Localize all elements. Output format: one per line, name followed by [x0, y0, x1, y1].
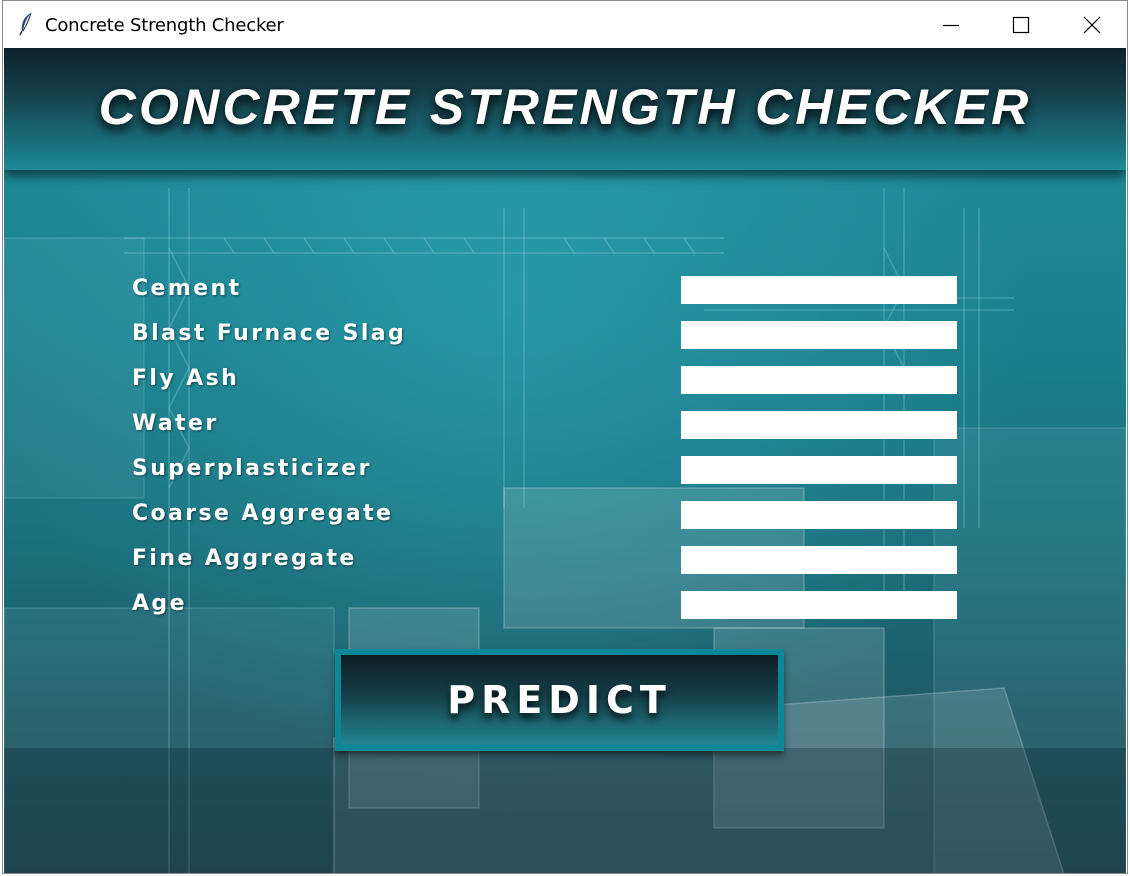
- predict-button-label: PREDICT: [447, 678, 672, 722]
- close-icon: [1083, 16, 1101, 33]
- maximize-icon: [1012, 16, 1030, 33]
- water-input[interactable]: [681, 411, 957, 439]
- blast-furnace-slag-label: Blast Furnace Slag: [132, 321, 407, 346]
- coarse-aggregate-label: Coarse Aggregate: [132, 501, 394, 526]
- fly-ash-input[interactable]: [681, 366, 957, 394]
- minimize-icon: [943, 24, 959, 26]
- age-input[interactable]: [681, 591, 957, 619]
- superplasticizer-input[interactable]: [681, 456, 957, 484]
- main-canvas: CONCRETE STRENGTH CHECKER Cement Blast F…: [4, 48, 1126, 873]
- close-button[interactable]: [1057, 1, 1127, 48]
- predict-button[interactable]: PREDICT: [335, 649, 784, 751]
- fly-ash-label: Fly Ash: [132, 366, 240, 391]
- title-bar[interactable]: Concrete Strength Checker: [3, 1, 1127, 48]
- cement-input[interactable]: [681, 276, 957, 304]
- water-label: Water: [132, 411, 219, 436]
- window-title: Concrete Strength Checker: [45, 15, 284, 36]
- maximize-button[interactable]: [986, 1, 1056, 48]
- blast-furnace-slag-input[interactable]: [681, 321, 957, 349]
- minimize-button[interactable]: [916, 1, 986, 48]
- coarse-aggregate-input[interactable]: [681, 501, 957, 529]
- superplasticizer-label: Superplasticizer: [132, 456, 372, 481]
- age-label: Age: [132, 591, 187, 616]
- fine-aggregate-label: Fine Aggregate: [132, 546, 357, 571]
- fine-aggregate-input[interactable]: [681, 546, 957, 574]
- predict-button-face: PREDICT: [341, 655, 778, 745]
- page-title: CONCRETE STRENGTH CHECKER: [98, 79, 1032, 135]
- cement-label: Cement: [132, 276, 242, 301]
- header-banner: CONCRETE STRENGTH CHECKER: [4, 48, 1126, 170]
- feather-icon: [19, 12, 32, 36]
- app-window: Concrete Strength Checker CONCRETE STREN…: [2, 0, 1128, 874]
